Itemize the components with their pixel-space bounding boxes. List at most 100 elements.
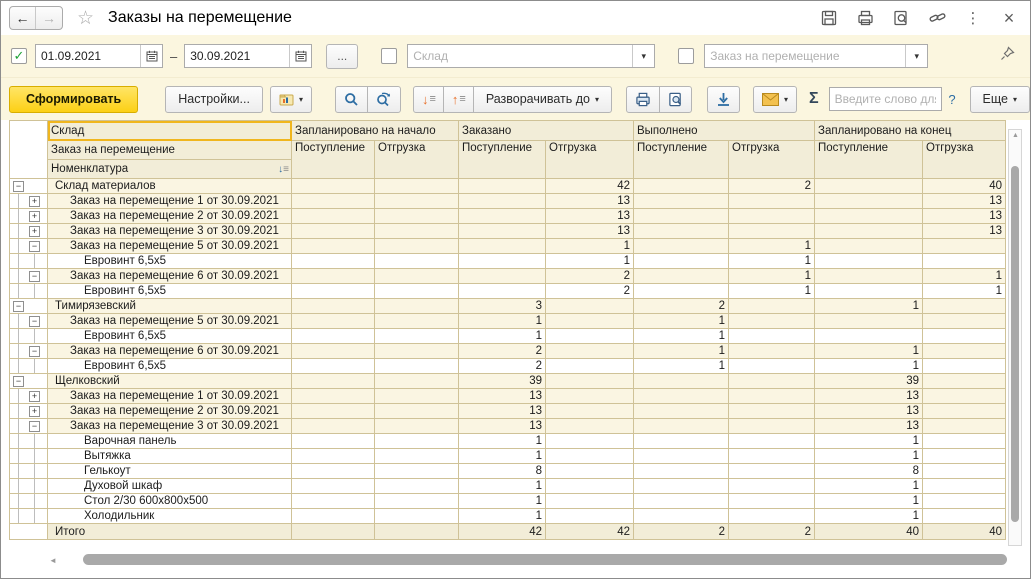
- cell-value[interactable]: [292, 194, 375, 209]
- cell-value[interactable]: [815, 239, 923, 254]
- cell-value[interactable]: [729, 464, 815, 479]
- cell-value[interactable]: [375, 269, 459, 284]
- header-nomenclature[interactable]: Номенклатура ↓≡: [48, 160, 292, 179]
- help-button[interactable]: ?: [948, 92, 955, 107]
- pin-icon[interactable]: [999, 45, 1016, 67]
- settings-button[interactable]: Настройки...: [165, 86, 263, 113]
- cell-value[interactable]: [729, 329, 815, 344]
- cell-value[interactable]: [729, 449, 815, 464]
- cell-value[interactable]: 1: [459, 479, 546, 494]
- vertical-scroll-thumb[interactable]: [1011, 166, 1019, 522]
- cell-value[interactable]: [923, 314, 1006, 329]
- cell-value[interactable]: [634, 239, 729, 254]
- cell-value[interactable]: [546, 449, 634, 464]
- cell-value[interactable]: [375, 344, 459, 359]
- cell-value[interactable]: [546, 494, 634, 509]
- collapse-row-icon[interactable]: −: [13, 181, 24, 192]
- cell-value[interactable]: [546, 509, 634, 524]
- cell-value[interactable]: 13: [923, 209, 1006, 224]
- cell-value[interactable]: [375, 254, 459, 269]
- scroll-left-icon[interactable]: ◄: [49, 556, 57, 565]
- more-icon[interactable]: ⋮: [964, 9, 982, 27]
- row-label[interactable]: Заказ на перемещение 6 от 30.09.2021: [48, 344, 292, 359]
- cell-value[interactable]: [546, 479, 634, 494]
- cell-value[interactable]: [815, 224, 923, 239]
- cell-value[interactable]: 2: [729, 524, 815, 540]
- cell-value[interactable]: 2: [729, 179, 815, 194]
- collapse-row-icon[interactable]: −: [29, 241, 40, 252]
- cell-value[interactable]: [634, 419, 729, 434]
- cell-value[interactable]: 39: [815, 374, 923, 389]
- cell-value[interactable]: [729, 194, 815, 209]
- cell-value[interactable]: 1: [815, 344, 923, 359]
- chevron-down-icon[interactable]: ▾: [905, 45, 927, 67]
- cell-value[interactable]: [923, 419, 1006, 434]
- cell-value[interactable]: 8: [815, 464, 923, 479]
- header-group-planned-end[interactable]: Запланировано на конец: [815, 121, 1006, 141]
- period-more-button[interactable]: ...: [326, 44, 358, 69]
- cell-value[interactable]: [292, 449, 375, 464]
- cell-value[interactable]: [923, 494, 1006, 509]
- cell-value[interactable]: [375, 374, 459, 389]
- cell-value[interactable]: [923, 404, 1006, 419]
- cell-value[interactable]: [634, 449, 729, 464]
- header-receipt[interactable]: Поступление: [634, 141, 729, 179]
- row-label[interactable]: Гелькоут: [48, 464, 292, 479]
- print-icon[interactable]: [856, 9, 874, 27]
- cell-value[interactable]: 2: [459, 359, 546, 374]
- cell-value[interactable]: [292, 404, 375, 419]
- cell-value[interactable]: [292, 329, 375, 344]
- cell-value[interactable]: [292, 419, 375, 434]
- cell-value[interactable]: 1: [634, 314, 729, 329]
- header-group-completed[interactable]: Выполнено: [634, 121, 815, 141]
- collapse-row-icon[interactable]: −: [29, 316, 40, 327]
- expand-row-icon[interactable]: +: [29, 226, 40, 237]
- cell-value[interactable]: 42: [546, 524, 634, 540]
- cell-value[interactable]: 1: [729, 284, 815, 299]
- cell-value[interactable]: 2: [546, 269, 634, 284]
- cell-value[interactable]: [375, 359, 459, 374]
- cell-value[interactable]: [546, 359, 634, 374]
- cell-value[interactable]: [292, 299, 375, 314]
- header-receipt[interactable]: Поступление: [292, 141, 375, 179]
- cell-value[interactable]: [292, 254, 375, 269]
- cell-value[interactable]: 13: [815, 389, 923, 404]
- cell-value[interactable]: [292, 494, 375, 509]
- header-shipment[interactable]: Отгрузка: [923, 141, 1006, 179]
- cell-value[interactable]: [459, 269, 546, 284]
- cell-value[interactable]: [375, 239, 459, 254]
- cell-value[interactable]: [375, 419, 459, 434]
- cell-value[interactable]: 13: [923, 194, 1006, 209]
- cell-value[interactable]: 1: [729, 269, 815, 284]
- cell-value[interactable]: [459, 179, 546, 194]
- header-warehouse[interactable]: Склад: [48, 121, 292, 141]
- header-group-planned-start[interactable]: Запланировано на начало: [292, 121, 459, 141]
- cell-value[interactable]: [546, 329, 634, 344]
- cell-value[interactable]: 13: [815, 404, 923, 419]
- date-to-input[interactable]: [185, 45, 289, 67]
- cell-value[interactable]: 13: [546, 224, 634, 239]
- cell-value[interactable]: [375, 299, 459, 314]
- cell-value[interactable]: [815, 179, 923, 194]
- collapse-row-icon[interactable]: −: [29, 346, 40, 357]
- cell-value[interactable]: [729, 494, 815, 509]
- row-label[interactable]: Тимирязевский: [48, 299, 292, 314]
- report-variants-button[interactable]: ▾: [270, 86, 312, 113]
- cell-value[interactable]: [292, 479, 375, 494]
- cell-value[interactable]: [292, 179, 375, 194]
- cell-value[interactable]: [634, 509, 729, 524]
- cell-value[interactable]: [923, 434, 1006, 449]
- cell-value[interactable]: 1: [815, 434, 923, 449]
- collapse-row-icon[interactable]: −: [13, 376, 24, 387]
- cell-value[interactable]: [729, 224, 815, 239]
- cell-value[interactable]: [923, 359, 1006, 374]
- quick-search-input[interactable]: [830, 88, 942, 110]
- cell-value[interactable]: 1: [815, 509, 923, 524]
- cell-value[interactable]: [375, 494, 459, 509]
- row-label[interactable]: Склад материалов: [48, 179, 292, 194]
- cell-value[interactable]: [546, 404, 634, 419]
- back-button[interactable]: ←: [10, 7, 36, 29]
- row-label[interactable]: Заказ на перемещение 6 от 30.09.2021: [48, 269, 292, 284]
- cell-value[interactable]: 1: [459, 314, 546, 329]
- cell-value[interactable]: [546, 344, 634, 359]
